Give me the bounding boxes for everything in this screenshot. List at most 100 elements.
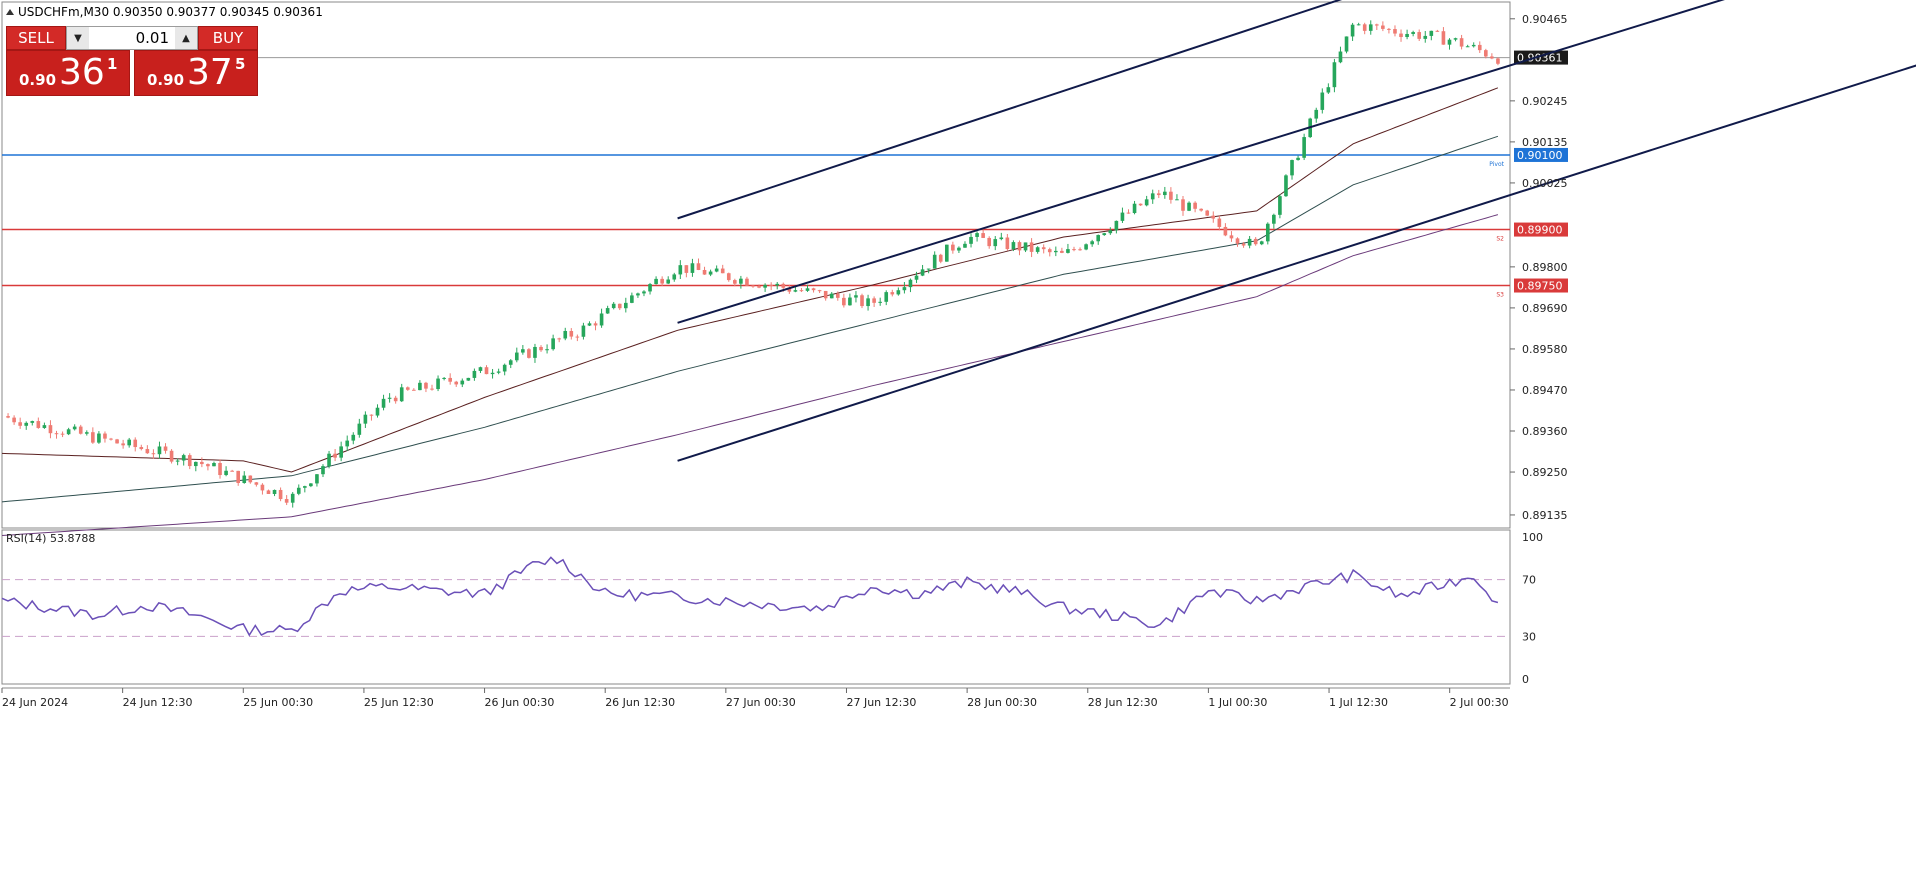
candle-body	[387, 397, 392, 399]
candle-body	[418, 382, 422, 391]
candle-body	[200, 461, 204, 465]
candle-body	[739, 278, 743, 284]
candle-body	[1235, 238, 1240, 244]
sell-button[interactable]: SELL	[6, 26, 66, 50]
candle-body	[1350, 24, 1355, 37]
candle-body	[775, 283, 780, 286]
sell-price-prefix: 0.90	[19, 71, 57, 89]
candle-body	[1417, 32, 1422, 39]
candle-body	[212, 463, 216, 467]
candle-body	[1302, 137, 1306, 158]
candle-body	[321, 466, 325, 475]
candle-body	[399, 387, 404, 402]
candle-body	[206, 464, 210, 467]
candle-body	[1120, 212, 1125, 221]
candle-body	[1072, 249, 1076, 251]
moving-average-line	[1, 87, 1499, 473]
candle-body	[654, 278, 658, 285]
rsi-panel-frame	[1, 529, 1511, 685]
candle-body	[1126, 212, 1131, 214]
candle-body	[42, 425, 47, 428]
candle-body	[1150, 193, 1155, 200]
candle-body	[36, 421, 41, 428]
lot-size-input[interactable]	[89, 27, 175, 49]
buy-button[interactable]: BUY	[198, 26, 258, 50]
candle-body	[121, 443, 125, 446]
candle-body	[1247, 238, 1252, 246]
candle-body	[908, 279, 913, 288]
candle-body	[684, 265, 689, 273]
candle-body	[187, 455, 192, 467]
candle-body	[381, 398, 386, 408]
candle-body	[636, 293, 640, 296]
candle-body	[1241, 243, 1246, 246]
candle-body	[1405, 33, 1409, 38]
candle-body	[157, 446, 162, 455]
candle-body	[1211, 215, 1216, 219]
collapse-icon[interactable]	[6, 9, 14, 15]
candle-body	[1496, 58, 1500, 64]
candle-body	[502, 364, 507, 372]
candle-body	[175, 460, 180, 462]
sell-price-box[interactable]: 0.90 36 1	[6, 50, 130, 96]
candle-body	[914, 275, 919, 280]
candle-body	[944, 244, 949, 262]
candle-body	[242, 475, 247, 484]
candle-body	[987, 237, 992, 247]
buy-price-fraction: 5	[235, 55, 246, 73]
candle-body	[1326, 87, 1331, 93]
sell-price-pips: 36	[59, 52, 105, 93]
candle-body	[521, 349, 525, 353]
candle-body	[527, 349, 531, 358]
candle-body	[1429, 30, 1434, 36]
candle-body	[793, 290, 798, 292]
time-tick-label: 26 Jun 00:30	[485, 696, 555, 709]
candle-body	[878, 301, 882, 303]
candle-body	[405, 387, 410, 390]
price-tick-label: 0.90245	[1522, 95, 1568, 108]
candle-body	[969, 236, 973, 244]
candle-body	[854, 295, 858, 298]
candle-body	[436, 378, 440, 390]
candle-body	[236, 470, 241, 484]
candle-body	[1290, 160, 1294, 176]
buy-price-prefix: 0.90	[147, 71, 185, 89]
candle-body	[1459, 38, 1464, 47]
candle-body	[575, 336, 580, 338]
candle-body	[218, 463, 222, 476]
candle-body	[1114, 220, 1119, 231]
candle-body	[720, 268, 725, 274]
candle-body	[757, 286, 761, 288]
candle-body	[781, 283, 786, 288]
candle-body	[424, 382, 428, 389]
level-price-label: 0.89900	[1517, 224, 1563, 237]
candle-body	[260, 484, 265, 491]
time-tick-label: 27 Jun 00:30	[726, 696, 796, 709]
candle-body	[1108, 230, 1113, 234]
candle-body	[1453, 38, 1458, 40]
candle-body	[1144, 199, 1149, 206]
candle-body	[290, 493, 295, 503]
candle-body	[345, 440, 350, 447]
candle-body	[1338, 51, 1343, 63]
candle-body	[1163, 191, 1167, 196]
candle-body	[508, 360, 513, 365]
candle-body	[151, 453, 156, 455]
buy-price-pips: 37	[187, 52, 233, 93]
candle-body	[127, 439, 131, 446]
candle-body	[817, 290, 822, 292]
time-tick-label: 2 Jul 00:30	[1450, 696, 1509, 709]
price-tick-label: 0.89135	[1522, 509, 1568, 522]
price-tick-label: 0.89580	[1522, 343, 1568, 356]
candle-body	[478, 367, 483, 371]
candle-body	[975, 233, 979, 237]
candle-body	[660, 278, 664, 284]
buy-price-box[interactable]: 0.90 37 5	[134, 50, 258, 96]
lot-size-control: ▼ ▲	[66, 26, 198, 50]
lot-increase-icon[interactable]: ▲	[175, 27, 197, 49]
price-tick-label: 0.89250	[1522, 466, 1568, 479]
candle-body	[805, 288, 810, 291]
candle-body	[109, 438, 113, 440]
time-tick-label: 24 Jun 2024	[2, 696, 68, 709]
lot-decrease-icon[interactable]: ▼	[67, 27, 89, 49]
